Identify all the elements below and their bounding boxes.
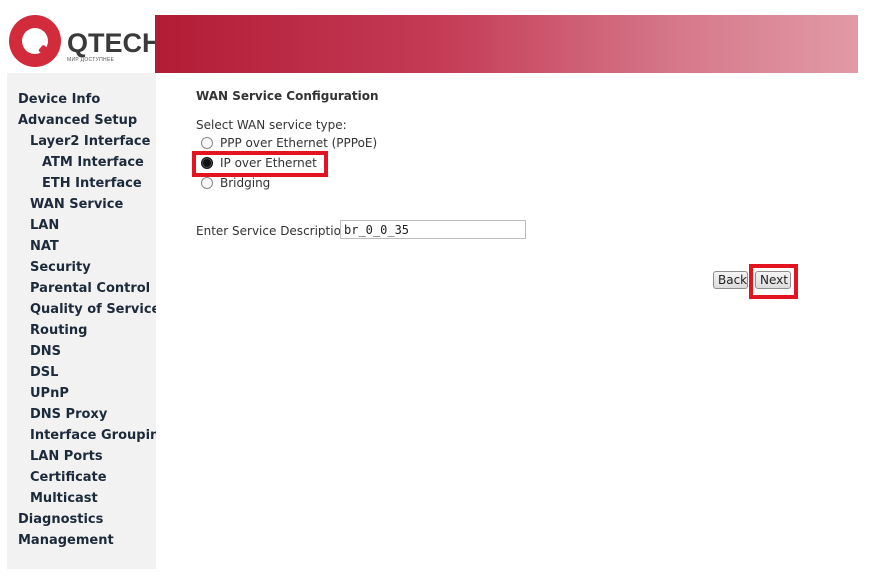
sidebar-nav: Device Info Advanced Setup Layer2 Interf… <box>7 73 156 569</box>
logo-q-icon <box>9 15 61 67</box>
sidebar-item-management[interactable]: Management <box>18 533 114 549</box>
sidebar-item-nat[interactable]: NAT <box>30 239 59 255</box>
sidebar-item-interface-grouping[interactable]: Interface Grouping <box>30 428 156 444</box>
service-description-label: Enter Service Description: <box>196 224 353 238</box>
sidebar-item-lan[interactable]: LAN <box>30 218 59 234</box>
sidebar-item-layer2-interface[interactable]: Layer2 Interface <box>30 134 150 150</box>
pppoe-radio[interactable] <box>201 137 213 149</box>
sidebar-item-lan-ports[interactable]: LAN Ports <box>30 449 103 465</box>
sidebar-item-wan-service[interactable]: WAN Service <box>30 197 123 213</box>
sidebar-item-parental-control[interactable]: Parental Control <box>30 281 150 297</box>
sidebar-item-device-info[interactable]: Device Info <box>18 92 100 108</box>
bridging-label[interactable]: Bridging <box>220 176 270 190</box>
next-button[interactable]: Next <box>755 271 791 289</box>
sidebar-item-quality-of-service[interactable]: Quality of Service <box>30 302 156 318</box>
sidebar-item-routing[interactable]: Routing <box>30 323 87 339</box>
sidebar-item-certificate[interactable]: Certificate <box>30 470 107 486</box>
sidebar-item-atm-interface[interactable]: ATM Interface <box>42 155 144 171</box>
sidebar-item-upnp[interactable]: UPnP <box>30 386 69 402</box>
service-description-input[interactable] <box>340 220 526 239</box>
qtech-logo: QTECH МИР ДОСТУПНЕЕ <box>7 15 162 73</box>
header-banner <box>155 15 858 73</box>
ipoe-label[interactable]: IP over Ethernet <box>220 156 317 170</box>
sidebar-item-diagnostics[interactable]: Diagnostics <box>18 512 103 528</box>
logo-tagline: МИР ДОСТУПНЕЕ <box>67 57 115 63</box>
sidebar-item-dns[interactable]: DNS <box>30 344 61 360</box>
sidebar-item-security[interactable]: Security <box>30 260 91 276</box>
sidebar-item-dsl[interactable]: DSL <box>30 365 58 381</box>
service-type-label: Select WAN service type: <box>196 118 347 132</box>
ipoe-radio[interactable] <box>201 157 213 169</box>
bridging-radio[interactable] <box>201 177 213 189</box>
sidebar-item-dns-proxy[interactable]: DNS Proxy <box>30 407 107 423</box>
pppoe-label[interactable]: PPP over Ethernet (PPPoE) <box>220 136 377 150</box>
back-button[interactable]: Back <box>713 271 748 289</box>
sidebar-item-eth-interface[interactable]: ETH Interface <box>42 176 142 192</box>
page-title: WAN Service Configuration <box>196 89 379 103</box>
logo-wordmark: QTECH <box>67 28 162 58</box>
sidebar-item-multicast[interactable]: Multicast <box>30 491 98 507</box>
sidebar-item-advanced-setup[interactable]: Advanced Setup <box>18 113 137 129</box>
